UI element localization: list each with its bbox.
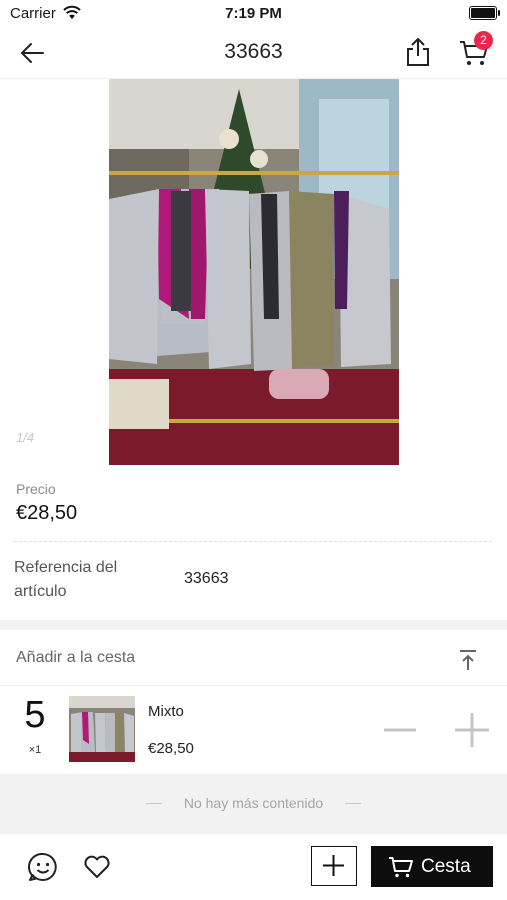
battery-icon xyxy=(469,6,500,20)
basket-button[interactable]: Cesta xyxy=(371,846,493,887)
divider xyxy=(345,803,361,804)
item-quantity: 5 xyxy=(24,694,46,736)
clock: 7:19 PM xyxy=(225,5,282,22)
add-button[interactable] xyxy=(311,846,357,886)
section-separator xyxy=(0,620,507,630)
divider xyxy=(14,541,492,542)
price-value: €28,50 xyxy=(16,502,78,524)
back-button[interactable] xyxy=(18,39,48,67)
item-thumbnail xyxy=(69,696,135,762)
plus-icon xyxy=(323,855,344,876)
reference-label: Referencia del artículo xyxy=(14,559,118,600)
item-price: €28,50 xyxy=(148,740,194,757)
decrease-quantity-button[interactable] xyxy=(383,715,417,745)
smiley-chat-icon xyxy=(28,852,57,881)
share-icon xyxy=(407,38,429,66)
price-label: Precio xyxy=(16,481,56,497)
navigation-bar: 33663 2 xyxy=(0,28,507,79)
add-to-basket-header: Añadir a la cesta xyxy=(16,649,136,666)
heart-icon xyxy=(84,855,110,878)
item-variant: Mixto xyxy=(148,703,184,720)
favorite-button[interactable] xyxy=(82,852,112,882)
chat-button[interactable] xyxy=(27,851,59,883)
cart-icon xyxy=(389,857,413,878)
scroll-to-top-button[interactable] xyxy=(455,647,481,673)
arrow-left-icon xyxy=(21,43,44,63)
basket-button-label: Cesta xyxy=(421,856,471,877)
end-of-content-text: No hay más contenido xyxy=(183,795,324,811)
status-bar: Carrier 7:19 PM xyxy=(0,0,507,28)
plus-icon xyxy=(455,713,489,747)
quantity-multiplier: ×1 xyxy=(28,744,42,756)
share-button[interactable] xyxy=(404,36,432,68)
minus-icon xyxy=(384,728,416,732)
image-pager: 1/4 xyxy=(16,430,35,445)
arrow-up-to-line-icon xyxy=(460,650,476,670)
increase-quantity-button[interactable] xyxy=(454,712,490,748)
cart-count-badge: 2 xyxy=(474,31,493,50)
product-image[interactable] xyxy=(109,79,399,465)
divider xyxy=(0,685,507,686)
reference-value: 33663 xyxy=(184,570,229,587)
